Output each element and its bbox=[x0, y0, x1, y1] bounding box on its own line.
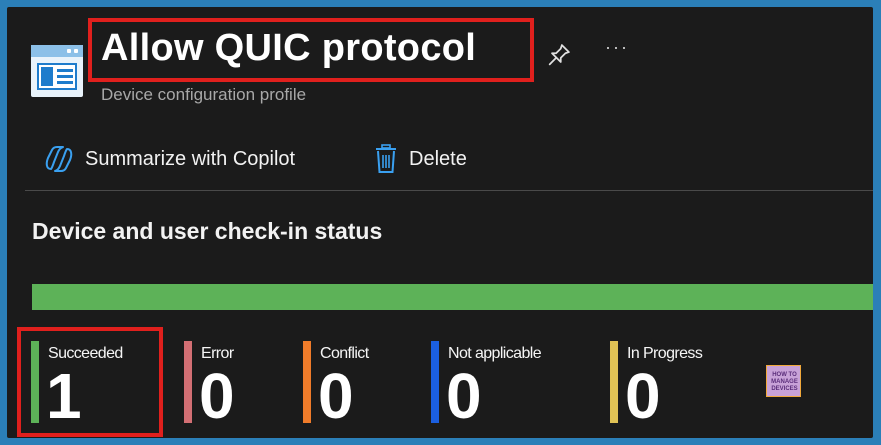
not-applicable-color-strip bbox=[431, 341, 439, 423]
stat-value: 0 bbox=[446, 360, 482, 432]
error-color-strip bbox=[184, 341, 192, 423]
checkin-progress-bar bbox=[32, 284, 873, 310]
title-highlight-box bbox=[88, 18, 534, 82]
how-to-manage-devices-logo: HOW TO MANAGE DEVICES bbox=[766, 365, 801, 397]
delete-label: Delete bbox=[409, 147, 467, 170]
stat-value: 0 bbox=[625, 360, 661, 432]
stat-value: 0 bbox=[318, 360, 354, 432]
logo-line-1: HOW TO bbox=[772, 372, 797, 378]
progress-fill-succeeded bbox=[32, 284, 873, 310]
in-progress-color-strip bbox=[610, 341, 618, 423]
trash-icon bbox=[376, 144, 396, 173]
page-subtitle: Device configuration profile bbox=[101, 85, 307, 104]
pin-icon[interactable] bbox=[545, 41, 573, 69]
succeeded-highlight-box bbox=[17, 327, 163, 437]
app-frame: Allow QUIC protocol ··· Device configura… bbox=[7, 7, 873, 438]
stat-value: 0 bbox=[199, 360, 235, 432]
delete-button[interactable]: Delete bbox=[373, 143, 467, 175]
toolbar-divider bbox=[25, 190, 873, 191]
summarize-label: Summarize with Copilot bbox=[85, 147, 296, 170]
logo-line-3: DEVICES bbox=[771, 386, 798, 392]
copilot-icon bbox=[45, 146, 73, 172]
more-options-icon[interactable]: ··· bbox=[605, 37, 629, 58]
logo-line-2: MANAGE bbox=[771, 379, 798, 385]
summarize-with-copilot-button[interactable]: Summarize with Copilot bbox=[43, 143, 295, 175]
device-configuration-profile-icon bbox=[31, 45, 83, 97]
section-title: Device and user check-in status bbox=[32, 218, 383, 244]
conflict-color-strip bbox=[303, 341, 311, 423]
